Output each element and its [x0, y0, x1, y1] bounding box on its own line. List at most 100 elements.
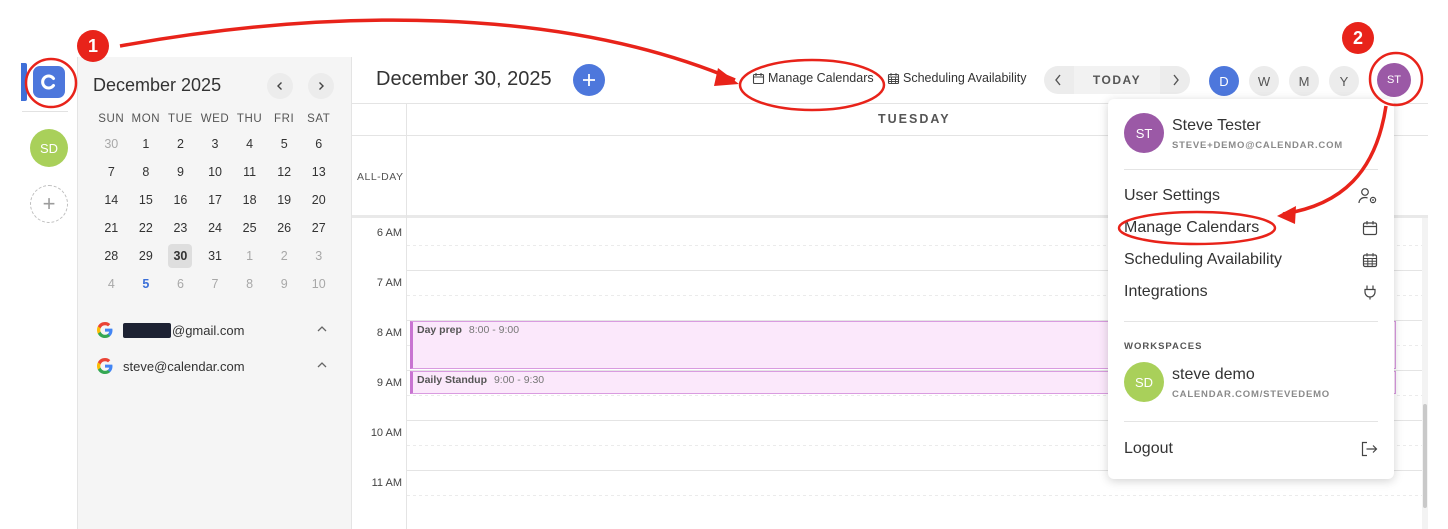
day-cell[interactable]: 30 [94, 137, 129, 151]
hour-label: 6 AM [376, 227, 402, 239]
menu-workspace-avatar[interactable]: SD [1124, 362, 1164, 402]
day-cell[interactable]: 16 [163, 193, 198, 207]
day-cell[interactable]: 9 [163, 165, 198, 179]
day-cell[interactable]: 22 [129, 221, 164, 235]
add-workspace-button[interactable]: + [30, 185, 68, 223]
day-cell[interactable]: 1 [129, 137, 164, 151]
calendar-grid-icon [1362, 253, 1378, 268]
step-badge-1: 1 [77, 30, 109, 62]
day-cell[interactable]: 8 [129, 165, 164, 179]
menu-item-manage-calendars[interactable]: Manage Calendars [1124, 219, 1378, 237]
day-cell[interactable]: 19 [267, 193, 302, 207]
day-cell[interactable]: 29 [129, 249, 164, 263]
mini-calendar-prev-button[interactable] [267, 73, 293, 99]
chevron-right-icon [1173, 74, 1179, 86]
weekday-label: WED [200, 113, 230, 125]
day-cell[interactable]: 1 [232, 249, 267, 263]
chevron-up-icon[interactable] [316, 359, 328, 371]
menu-item-user-settings[interactable]: User Settings [1124, 187, 1378, 205]
day-cell[interactable]: 4 [94, 277, 129, 291]
day-cell[interactable]: 12 [267, 165, 302, 179]
redacted-email-prefix [123, 322, 171, 338]
mini-calendar-next-button[interactable] [308, 73, 334, 99]
hour-label: 9 AM [376, 377, 402, 389]
calendar-icon [752, 72, 765, 84]
day-cell-selected[interactable]: 30 [163, 244, 198, 268]
day-cell[interactable]: 11 [232, 165, 267, 179]
week-row: 7 8 9 10 11 12 13 [94, 158, 336, 186]
prev-day-button[interactable] [1044, 66, 1072, 94]
day-cell[interactable]: 7 [198, 277, 233, 291]
rail-divider [22, 111, 68, 112]
view-day-button[interactable]: D [1209, 66, 1239, 96]
day-cell[interactable]: 25 [232, 221, 267, 235]
day-cell[interactable]: 23 [163, 221, 198, 235]
day-cell[interactable]: 2 [267, 249, 302, 263]
day-cell[interactable]: 26 [267, 221, 302, 235]
menu-item-label: User Settings [1124, 187, 1221, 204]
menu-item-integrations[interactable]: Integrations [1124, 283, 1378, 301]
day-cell[interactable]: 7 [94, 165, 129, 179]
day-cell[interactable]: 20 [301, 193, 336, 207]
day-cell[interactable]: 5 [129, 277, 164, 291]
selected-day-number: 30 [168, 244, 193, 268]
day-cell[interactable]: 6 [301, 137, 336, 151]
workspace-rail: SD + [0, 57, 78, 529]
day-cell[interactable]: 31 [198, 249, 233, 263]
plug-icon [1364, 285, 1376, 300]
day-cell[interactable]: 13 [301, 165, 336, 179]
calendar-account-label: @gmail.com [172, 322, 245, 338]
menu-item-scheduling-availability[interactable]: Scheduling Availability [1124, 251, 1378, 269]
calendar-grid-icon [887, 72, 900, 84]
manage-calendars-link[interactable]: Manage Calendars [752, 71, 874, 85]
user-avatar-button[interactable]: ST [1377, 63, 1411, 97]
step-badge-2: 2 [1342, 22, 1374, 54]
day-cell[interactable]: 2 [163, 137, 198, 151]
scheduling-availability-link[interactable]: Scheduling Availability [887, 71, 1026, 85]
day-cell[interactable]: 14 [94, 193, 129, 207]
view-year-button[interactable]: Y [1329, 66, 1359, 96]
day-cell[interactable]: 27 [301, 221, 336, 235]
calendar-account-calendar[interactable]: steve@calendar.com [96, 355, 328, 377]
user-settings-icon [1358, 188, 1377, 204]
menu-item-label: Integrations [1124, 283, 1208, 300]
calendar-logo-icon[interactable] [33, 66, 65, 98]
next-day-button[interactable] [1162, 66, 1190, 94]
today-button[interactable]: TODAY [1074, 66, 1160, 94]
view-month-button[interactable]: M [1289, 66, 1319, 96]
chevron-up-icon[interactable] [316, 323, 328, 335]
day-cell[interactable]: 15 [129, 193, 164, 207]
menu-workspace-name[interactable]: steve demo [1172, 366, 1255, 384]
day-cell[interactable]: 24 [198, 221, 233, 235]
add-event-button[interactable] [573, 64, 605, 96]
view-week-button[interactable]: W [1249, 66, 1279, 96]
workspace-avatar[interactable]: SD [30, 129, 68, 167]
scheduling-availability-label: Scheduling Availability [903, 71, 1027, 85]
day-cell[interactable]: 10 [301, 277, 336, 291]
day-cell[interactable]: 17 [198, 193, 233, 207]
chevron-left-icon [1055, 74, 1061, 86]
week-row: 28 29 30 31 1 2 3 [94, 242, 336, 270]
day-cell[interactable]: 18 [232, 193, 267, 207]
day-cell[interactable]: 3 [301, 249, 336, 263]
hour-label: 11 AM [371, 477, 402, 489]
day-cell[interactable]: 4 [232, 137, 267, 151]
menu-item-logout[interactable]: Logout [1124, 440, 1378, 458]
day-cell[interactable]: 9 [267, 277, 302, 291]
weekday-header: SUN MON TUE WED THU FRI SAT [94, 108, 336, 130]
sidebar: December 2025 SUN MON TUE WED THU FRI SA… [78, 57, 352, 529]
active-indicator [21, 63, 27, 101]
scrollbar-thumb[interactable] [1423, 404, 1427, 508]
day-cell[interactable]: 28 [94, 249, 129, 263]
day-cell[interactable]: 6 [163, 277, 198, 291]
google-icon [97, 322, 113, 338]
menu-user-email: STEVE+DEMO@CALENDAR.COM [1172, 140, 1343, 151]
menu-workspace-initials: SD [1134, 374, 1154, 390]
day-cell[interactable]: 5 [267, 137, 302, 151]
day-cell[interactable]: 3 [198, 137, 233, 151]
hour-label: 10 AM [370, 427, 402, 439]
day-cell[interactable]: 21 [94, 221, 129, 235]
day-cell[interactable]: 8 [232, 277, 267, 291]
calendar-account-gmail[interactable]: @gmail.com [96, 319, 328, 341]
day-cell[interactable]: 10 [198, 165, 233, 179]
